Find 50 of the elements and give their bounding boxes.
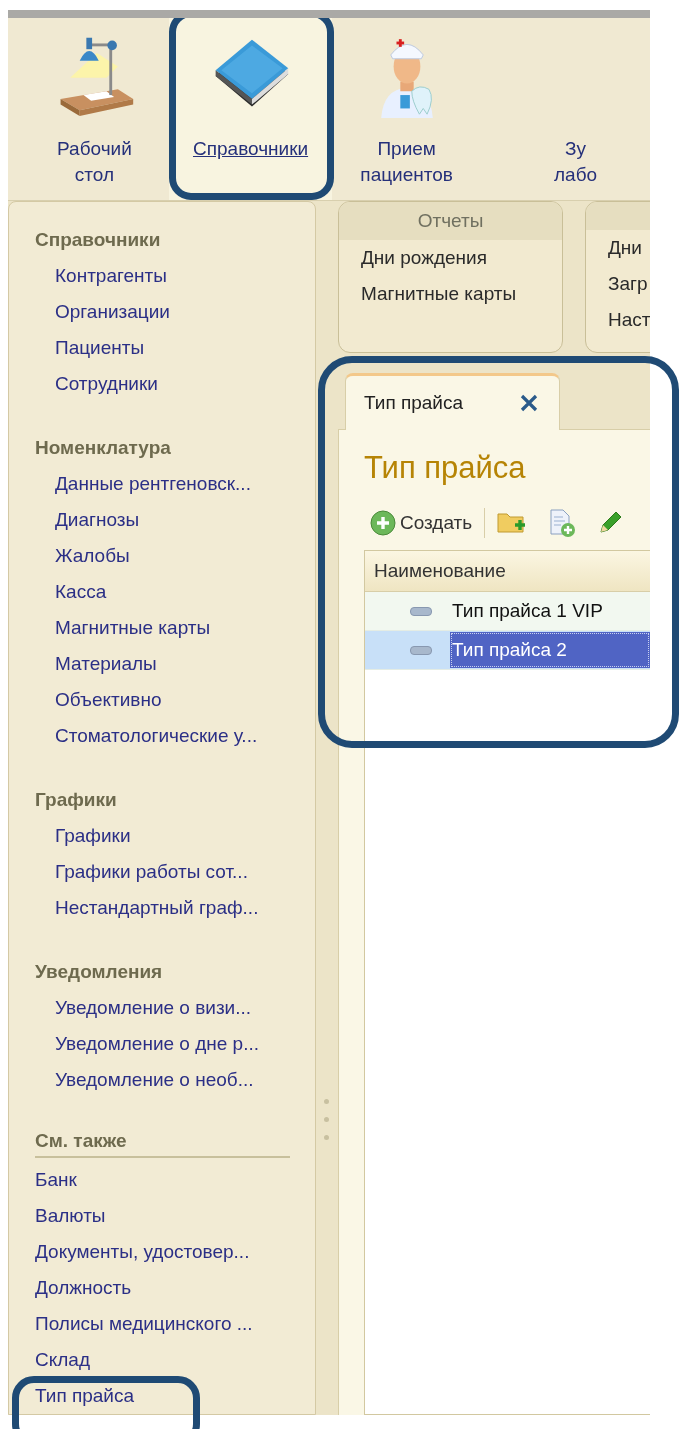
- report-link[interactable]: Загр: [586, 266, 650, 302]
- report-link[interactable]: Дни: [586, 230, 650, 266]
- section-button[interactable]: Рабочий стол: [30, 18, 159, 200]
- group-heading: Уведомления: [35, 960, 164, 984]
- report-link[interactable]: Магнитные карты: [339, 276, 562, 312]
- panel-title: Отчеты: [417, 210, 484, 232]
- group-heading: Номенклатура: [35, 436, 172, 460]
- close-icon[interactable]: [519, 393, 539, 413]
- sidebar-link[interactable]: Сотрудники: [35, 366, 315, 402]
- sidebar-link[interactable]: Валюты: [35, 1198, 315, 1234]
- table-row[interactable]: Тип прайса 1 VIP: [365, 592, 650, 631]
- report-link[interactable]: Наст: [586, 302, 650, 338]
- group-heading: Справочники: [35, 228, 162, 252]
- item-icon: [410, 606, 432, 616]
- sidebar-link[interactable]: Графики: [35, 818, 315, 854]
- section-button[interactable]: Зу лабо: [511, 18, 640, 200]
- sidebar-link[interactable]: Магнитные карты: [35, 610, 315, 646]
- plus-circle-icon: [370, 510, 396, 536]
- sidebar-link[interactable]: Контрагенты: [35, 258, 315, 294]
- form-title: Тип прайса: [364, 449, 527, 487]
- item-icon: [410, 645, 432, 655]
- sidebar-link[interactable]: Склад: [35, 1342, 315, 1378]
- sidebar-link[interactable]: Объективно: [35, 682, 315, 718]
- sidebar-link[interactable]: Стоматологические у...: [35, 718, 315, 754]
- sidebar-link[interactable]: Данные рентгеновск...: [35, 466, 315, 502]
- sidebar-link[interactable]: Касса: [35, 574, 315, 610]
- create-button[interactable]: Создать: [370, 510, 473, 536]
- sidebar-link[interactable]: Жалобы: [35, 538, 315, 574]
- sidebar-link[interactable]: Нестандартный граф...: [35, 890, 315, 926]
- sidebar-link[interactable]: Документы, удостовер...: [35, 1234, 315, 1270]
- group-heading: Графики: [35, 788, 118, 812]
- sidebar-link[interactable]: Диагнозы: [35, 502, 315, 538]
- sidebar-link[interactable]: Материалы: [35, 646, 315, 682]
- group-heading: См. также: [35, 1126, 290, 1158]
- sidebar-link[interactable]: Тип прайса: [35, 1378, 315, 1414]
- sidebar-link[interactable]: Графики работы сот...: [35, 854, 315, 890]
- sidebar-link[interactable]: Пациенты: [35, 330, 315, 366]
- sidebar-link[interactable]: Организации: [35, 294, 315, 330]
- table-row[interactable]: Тип прайса 2: [365, 631, 650, 670]
- form-tab[interactable]: Тип прайса: [345, 373, 560, 430]
- sidebar-link[interactable]: Полисы медицинского ...: [35, 1306, 315, 1342]
- section-button[interactable]: Прием пациентов: [342, 18, 472, 200]
- sidebar-link[interactable]: Уведомление о необ...: [35, 1062, 315, 1098]
- document-plus-icon[interactable]: [547, 508, 578, 538]
- sidebar-link[interactable]: Банк: [35, 1162, 315, 1198]
- sidebar-link[interactable]: Уведомление о дне р...: [35, 1026, 315, 1062]
- sidebar-link[interactable]: Уведомление о визи...: [35, 990, 315, 1026]
- sidebar-link[interactable]: Должность: [35, 1270, 315, 1306]
- report-link[interactable]: Дни рождения: [339, 240, 562, 276]
- section-button[interactable]: Справочники: [168, 18, 333, 200]
